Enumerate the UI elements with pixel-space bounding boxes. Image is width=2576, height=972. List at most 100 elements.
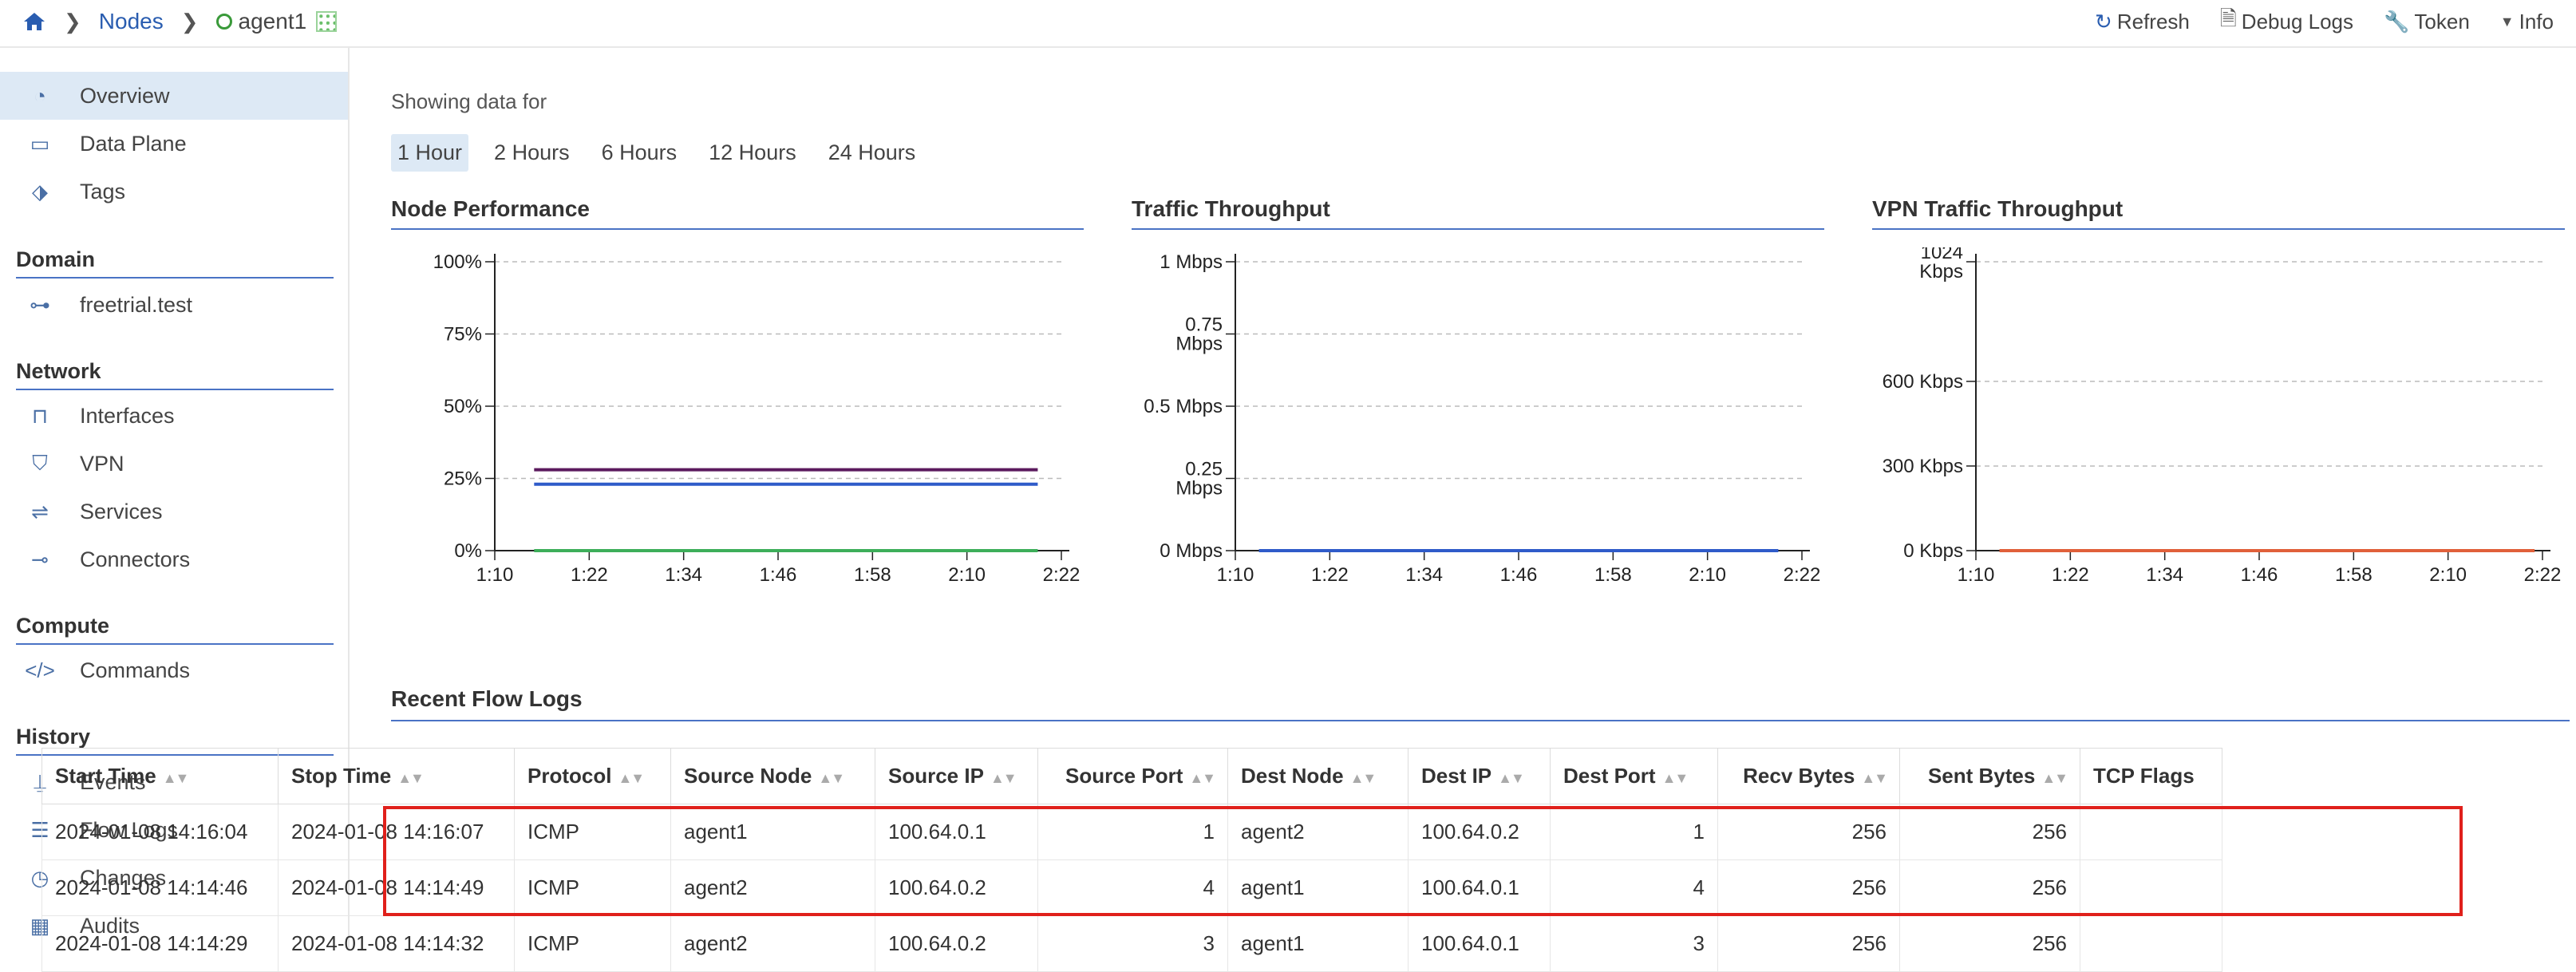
range-option-24h[interactable]: 24 Hours — [822, 134, 923, 172]
sort-icon: ▲▼ — [818, 770, 845, 786]
sidebar-item-connectors[interactable]: ⊸ Connectors — [0, 535, 348, 583]
cell-source-ip: 100.64.0.1 — [875, 804, 1038, 860]
range-option-2h[interactable]: 2 Hours — [488, 134, 576, 172]
cell-recv-bytes: 256 — [1717, 915, 1900, 972]
sidebar-item-services[interactable]: ⇌ Services — [0, 488, 348, 535]
cell-source-ip: 100.64.0.2 — [875, 859, 1038, 916]
range-option-1h[interactable]: 1 Hour — [391, 134, 469, 172]
info-label: Info — [2519, 9, 2554, 34]
y-tick-label: 0% — [454, 540, 482, 562]
column-header-sent-bytes[interactable]: Sent Bytes ▲▼ — [1899, 748, 2080, 804]
column-header-start-time[interactable]: Start Time ▲▼ — [41, 748, 279, 804]
cell-sent-bytes: 256 — [1899, 915, 2080, 972]
sidebar-item-commands[interactable]: </> Commands — [0, 646, 348, 694]
x-tick-label: 1:22 — [571, 564, 608, 586]
sidebar-item-vpn[interactable]: ⛉ VPN — [0, 440, 348, 488]
column-header-stop-time[interactable]: Stop Time ▲▼ — [278, 748, 515, 804]
x-tick-label: 1:10 — [1958, 564, 1995, 586]
range-option-12h[interactable]: 12 Hours — [702, 134, 803, 172]
sidebar-item-tags[interactable]: ⬗ Tags — [0, 168, 348, 215]
cell-source-port: 4 — [1037, 859, 1228, 916]
x-tick-label: 1:22 — [2052, 564, 2089, 586]
y-tick-label: 1024 Kbps — [1919, 247, 1963, 283]
x-tick-label: 2:22 — [1784, 564, 1821, 586]
table-row[interactable]: 2024-01-08 14:14:46 2024-01-08 14:14:49 … — [41, 859, 2222, 916]
cell-protocol: ICMP — [514, 915, 671, 972]
sidebar-item-label: Services — [80, 499, 163, 524]
table-row[interactable]: 2024-01-08 14:16:04 2024-01-08 14:16:07 … — [41, 804, 2222, 860]
cell-source-port: 3 — [1037, 915, 1228, 972]
home-icon[interactable] — [22, 11, 46, 32]
sidebar-item-label: VPN — [80, 451, 124, 476]
table-row[interactable]: 2024-01-08 14:14:29 2024-01-08 14:14:32 … — [41, 915, 2222, 972]
x-tick-label: 2:22 — [1043, 564, 1081, 586]
debug-logs-button[interactable]: 🗎 Debug Logs — [2220, 4, 2353, 39]
breadcrumb: ❯ Nodes ❯ agent1 — [22, 0, 338, 43]
sort-icon: ▲▼ — [1189, 770, 1216, 786]
sidebar-item-overview[interactable]: ◔ Overview — [0, 72, 348, 120]
y-tick-label: 100% — [433, 251, 482, 273]
sort-icon: ▲▼ — [162, 770, 190, 786]
y-tick-label: 0 Kbps — [1903, 540, 1963, 562]
y-tick-label: 75% — [444, 324, 482, 346]
cell-dest-port: 3 — [1550, 915, 1718, 972]
y-tick-label: 0.75 Mbps — [1175, 314, 1223, 355]
sort-icon: ▲▼ — [1861, 770, 1888, 786]
y-tick-label: 600 Kbps — [1883, 371, 1963, 393]
cell-source-ip: 100.64.0.2 — [875, 915, 1038, 972]
showing-data-label: Showing data for — [391, 89, 547, 113]
time-range-selector: 1 Hour 2 Hours 6 Hours 12 Hours 24 Hours — [391, 134, 941, 172]
data-plane-icon: ▭ — [30, 131, 50, 156]
network-icon: ⊓ — [31, 403, 49, 428]
range-option-6h[interactable]: 6 Hours — [595, 134, 684, 172]
breadcrumb-node-name: agent1 — [238, 9, 307, 34]
info-dropdown[interactable]: ▼ Info — [2500, 10, 2554, 34]
toolbar-actions: ↻ Refresh 🗎 Debug Logs 🔧 Token ▼ Info — [2095, 0, 2554, 43]
table-header-row: Start Time ▲▼ Stop Time ▲▼ Protocol ▲▼ Sour… — [41, 748, 2222, 804]
column-header-tcp-flags[interactable]: TCP Flags — [2080, 748, 2222, 804]
vpn-throughput-chart: 0 Kbps 300 Kbps 600 Kbps 1024 Kbps 1:10 1:22 1:… — [1883, 247, 2562, 586]
cell-protocol: ICMP — [514, 859, 671, 916]
column-header-dest-port[interactable]: Dest Port ▲▼ — [1550, 748, 1718, 804]
x-tick-label: 1:22 — [1311, 564, 1349, 586]
y-tick-label: 25% — [444, 468, 482, 490]
sidebar-item-label: Overview — [80, 83, 170, 108]
refresh-button[interactable]: ↻ Refresh — [2095, 10, 2190, 34]
cell-start-time: 2024-01-08 14:14:46 — [41, 859, 279, 916]
online-status-icon — [215, 14, 232, 30]
cell-tcp-flags — [2080, 859, 2222, 916]
column-header-source-ip[interactable]: Source IP ▲▼ — [875, 748, 1038, 804]
cell-dest-node: agent1 — [1227, 915, 1409, 972]
cell-dest-port: 4 — [1550, 859, 1718, 916]
x-tick-label: 2:22 — [2524, 564, 2562, 586]
cell-source-port: 1 — [1037, 804, 1228, 860]
x-tick-label: 1:58 — [1594, 564, 1632, 586]
column-header-source-node[interactable]: Source Node ▲▼ — [670, 748, 875, 804]
document-icon: 🗎 — [2219, 6, 2237, 30]
y-tick-label: 0.25 Mbps — [1175, 459, 1223, 500]
column-header-source-port[interactable]: Source Port ▲▼ — [1037, 748, 1228, 804]
x-tick-label: 1:34 — [1405, 564, 1443, 586]
chevron-right-icon: ❯ — [180, 9, 199, 34]
sidebar-item-label: freetrial.test — [80, 292, 193, 317]
sidebar-item-interfaces[interactable]: ⊓ Interfaces — [0, 392, 348, 440]
cell-source-node: agent2 — [670, 915, 875, 972]
column-header-recv-bytes[interactable]: Recv Bytes ▲▼ — [1717, 748, 1900, 804]
qr-grid-icon[interactable] — [316, 11, 338, 32]
cell-sent-bytes: 256 — [1899, 804, 2080, 860]
x-tick-label: 1:46 — [760, 564, 797, 586]
column-header-dest-node[interactable]: Dest Node ▲▼ — [1227, 748, 1409, 804]
cell-stop-time: 2024-01-08 14:14:32 — [278, 915, 515, 972]
column-header-dest-ip[interactable]: Dest IP ▲▼ — [1408, 748, 1551, 804]
section-heading-compute: Compute — [16, 614, 334, 645]
column-header-protocol[interactable]: Protocol ▲▼ — [514, 748, 671, 804]
sidebar-item-freetrial[interactable]: ⊶ freetrial.test — [0, 281, 348, 329]
node-performance-chart: 0% 25% 50% 75% 100% 1:10 1:22 1:34 1:46 1:58 2:10 2… — [433, 251, 1081, 586]
cell-tcp-flags — [2080, 804, 2222, 860]
cell-stop-time: 2024-01-08 14:14:49 — [278, 859, 515, 916]
token-button[interactable]: 🔧 Token — [2384, 10, 2470, 34]
cell-start-time: 2024-01-08 14:14:29 — [41, 915, 279, 972]
sidebar-item-data-plane[interactable]: ▭ Data Plane — [0, 120, 348, 168]
cell-dest-node: agent2 — [1227, 804, 1409, 860]
breadcrumb-nodes-link[interactable]: Nodes — [99, 9, 164, 34]
